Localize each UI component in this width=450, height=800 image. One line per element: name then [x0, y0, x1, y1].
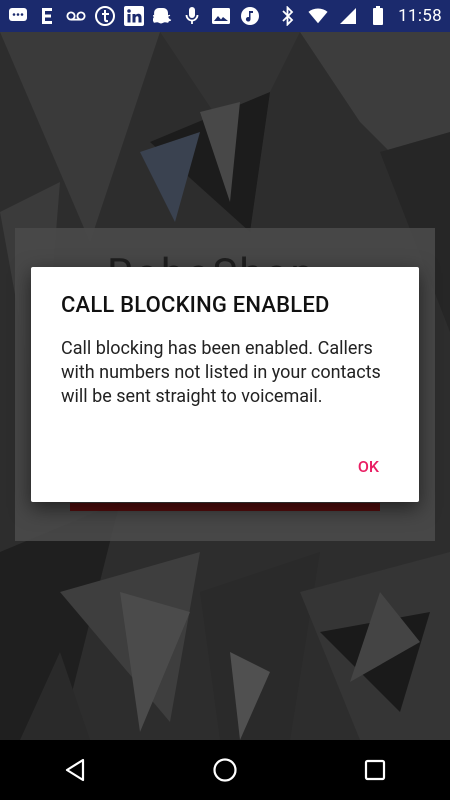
dialog-title: CALL BLOCKING ENABLED — [61, 293, 330, 318]
messages-icon — [8, 6, 28, 26]
recents-icon[interactable] — [355, 750, 395, 790]
navigation-bar — [0, 740, 450, 800]
back-icon[interactable] — [55, 750, 95, 790]
ok-button[interactable]: OK — [358, 457, 379, 476]
system-icons: 11:58 — [278, 6, 442, 26]
image-icon — [211, 6, 231, 26]
signal-icon — [338, 6, 358, 26]
app-action-bar — [70, 503, 380, 511]
clock: 11:58 — [398, 6, 442, 26]
dialog-actions: OK — [358, 457, 379, 476]
alert-dialog: CALL BLOCKING ENABLED Call blocking has … — [31, 267, 419, 502]
battery-icon — [368, 6, 388, 26]
notification-icons — [8, 6, 260, 26]
mic-icon — [182, 6, 202, 26]
dialog-message: Call blocking has been enabled. Callers … — [61, 338, 381, 407]
bluetooth-icon — [278, 6, 298, 26]
status-bar: 11:58 — [0, 0, 450, 32]
music-icon — [240, 6, 260, 26]
voicemail-icon — [66, 6, 86, 26]
e-icon — [37, 6, 57, 26]
snapchat-icon — [153, 6, 173, 26]
tumblr-icon — [95, 6, 115, 26]
linkedin-icon — [124, 6, 144, 26]
wifi-icon — [308, 6, 328, 26]
home-icon[interactable] — [205, 750, 245, 790]
